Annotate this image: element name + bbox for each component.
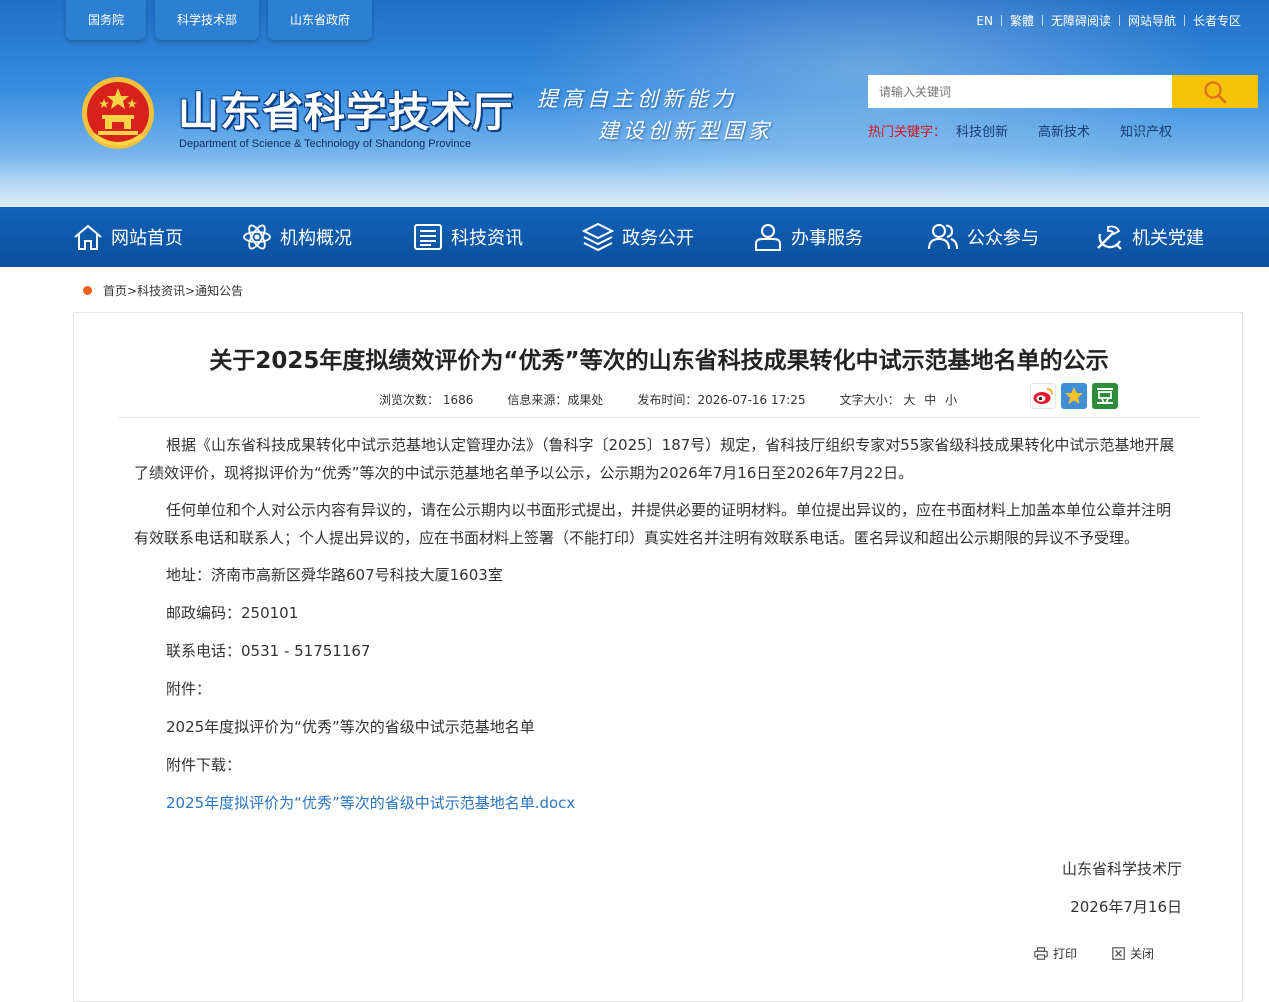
article-tools: 打印 关闭 xyxy=(1034,945,1189,962)
close-icon xyxy=(1112,947,1125,960)
breadcrumb-separator: > xyxy=(185,283,196,298)
nav-label: 机关党建 xyxy=(1132,228,1204,249)
layers-icon xyxy=(582,222,614,252)
meta-views-value: 1686 xyxy=(442,393,474,407)
site-header: 国务院 科学技术部 山东省政府 EN 繁體 无障碍阅读 网站导航 长者专区 山东… xyxy=(0,0,1269,207)
address-line: 地址：济南市高新区舜华路607号科技大厦1603室 xyxy=(166,566,503,584)
site-subtitle: Department of Science & Technology of Sh… xyxy=(179,138,472,150)
attachment-name: 2025年度拟评价为“优秀”等次的省级中试示范基地名单 xyxy=(166,718,535,736)
party-emblem-icon xyxy=(1097,225,1122,250)
article-body: 根据《山东省科技成果转化中试示范基地认定管理办法》（鲁科字〔2025〕187号）… xyxy=(134,431,1184,827)
search-icon xyxy=(1204,80,1227,103)
close-label: 关闭 xyxy=(1130,947,1155,961)
tab-shandong-gov[interactable]: 山东省政府 xyxy=(268,0,372,40)
article-title: 关于2025年度拟绩效评价为“优秀”等次的山东省科技成果转化中试示范基地名单的公… xyxy=(209,348,1109,374)
tab-state-council[interactable]: 国务院 xyxy=(66,0,146,40)
qzone-share-button[interactable] xyxy=(1061,383,1087,409)
nav-party[interactable]: 机关党建 xyxy=(1094,207,1204,267)
nav-label: 机构概况 xyxy=(280,228,352,249)
article-container: 关于2025年度拟绩效评价为“优秀”等次的山东省科技成果转化中试示范基地名单的公… xyxy=(73,312,1243,1002)
link-elderly[interactable]: 长者专区 xyxy=(1185,12,1249,29)
weibo-share-button[interactable] xyxy=(1030,383,1056,409)
nav-participation[interactable]: 公众参与 xyxy=(927,207,1039,267)
search-box xyxy=(868,75,1258,108)
slogan-line1: 提高自主创新能力 xyxy=(537,87,737,111)
user-icon xyxy=(755,224,781,251)
link-english[interactable]: EN xyxy=(968,14,1001,28)
home-icon xyxy=(74,224,102,250)
users-icon xyxy=(928,224,958,250)
search-input[interactable] xyxy=(868,75,1172,108)
share-buttons xyxy=(1030,383,1118,409)
paragraph: 任何单位和个人对公示内容有异议的，请在公示期内以书面形式提出，并提供必要的证明材… xyxy=(134,501,1172,547)
article-meta: 浏览次数： 1686 信息来源：成果处 发布时间：2026-07-16 17:2… xyxy=(379,391,962,408)
fontsize-medium[interactable]: 中 xyxy=(924,393,936,407)
douban-share-button[interactable] xyxy=(1092,383,1118,409)
nav-home[interactable]: 网站首页 xyxy=(73,207,183,267)
nav-label: 公众参与 xyxy=(967,228,1039,249)
nav-gov-affairs[interactable]: 政务公开 xyxy=(582,207,694,267)
signature-org: 山东省科学技术厅 xyxy=(1061,860,1182,878)
fontsize-small[interactable]: 小 xyxy=(945,393,957,407)
meta-date: 发布时间：2026-07-16 17:25 xyxy=(637,391,805,408)
download-label: 附件下载： xyxy=(166,756,242,774)
breadcrumb-news[interactable]: 科技资讯 xyxy=(137,282,185,299)
meta-source-value: 成果处 xyxy=(567,393,604,407)
meta-views: 浏览次数： 1686 xyxy=(379,391,473,408)
attachment-label: 附件： xyxy=(166,680,212,698)
breadcrumb: 首页 > 科技资讯 > 通知公告 xyxy=(83,282,243,299)
hot-keyword[interactable]: 高新技术 xyxy=(1038,121,1090,140)
weibo-icon xyxy=(1033,388,1053,404)
search-button[interactable] xyxy=(1172,75,1258,108)
meta-source: 信息来源：成果处 xyxy=(507,391,603,408)
attachment-download-link[interactable]: 2025年度拟评价为“优秀”等次的省级中试示范基地名单.docx xyxy=(166,794,575,812)
breadcrumb-dot-icon xyxy=(83,286,92,295)
meta-date-value: 2026-07-16 17:25 xyxy=(697,393,806,407)
nav-label: 科技资讯 xyxy=(451,228,523,249)
top-tabs: 国务院 科学技术部 山东省政府 xyxy=(66,0,372,40)
paragraph: 根据《山东省科技成果转化中试示范基地认定管理办法》（鲁科字〔2025〕187号）… xyxy=(134,436,1175,482)
meta-fontsize: 文字大小： 大 中 小 xyxy=(840,391,963,408)
nav-label: 办事服务 xyxy=(791,228,863,249)
meta-source-label: 信息来源： xyxy=(507,393,568,407)
breadcrumb-home[interactable]: 首页 xyxy=(103,282,127,299)
nav-about[interactable]: 机构概况 xyxy=(242,207,352,267)
national-emblem-icon xyxy=(82,77,154,149)
slogan-line2: 建设创新型国家 xyxy=(598,119,773,143)
nav-news[interactable]: 科技资讯 xyxy=(413,207,523,267)
star-icon xyxy=(1065,387,1083,404)
news-list-icon xyxy=(414,224,442,250)
breadcrumb-notices[interactable]: 通知公告 xyxy=(195,282,243,299)
atom-icon xyxy=(243,224,271,250)
hot-keyword[interactable]: 知识产权 xyxy=(1120,121,1172,140)
douban-icon xyxy=(1097,388,1113,404)
hot-keyword[interactable]: 科技创新 xyxy=(956,121,1008,140)
signature-date: 2026年7月16日 xyxy=(1070,898,1182,916)
link-sitemap[interactable]: 网站导航 xyxy=(1120,12,1184,29)
nav-label: 政务公开 xyxy=(622,228,694,249)
phone-line: 联系电话：0531 - 51751167 xyxy=(166,642,371,660)
link-traditional[interactable]: 繁體 xyxy=(1002,12,1042,29)
link-accessibility[interactable]: 无障碍阅读 xyxy=(1043,12,1119,29)
printer-icon xyxy=(1034,947,1048,960)
hot-keywords-label: 热门关键字： xyxy=(868,125,947,140)
tab-most[interactable]: 科学技术部 xyxy=(155,0,259,40)
divider xyxy=(119,417,1199,418)
nav-services[interactable]: 办事服务 xyxy=(753,207,863,267)
hot-keywords: 热门关键字： 科技创新 高新技术 知识产权 xyxy=(868,121,1202,140)
main-nav: 网站首页 机构概况 科技资讯 政务公开 办事服务 公众参与 机关党建 xyxy=(0,207,1269,267)
print-label: 打印 xyxy=(1053,947,1078,961)
postcode-line: 邮政编码：250101 xyxy=(166,604,299,622)
meta-fontsize-label: 文字大小： xyxy=(839,393,900,407)
close-button[interactable]: 关闭 xyxy=(1112,945,1154,962)
site-title[interactable]: 山东省科学技术厅 xyxy=(178,78,514,138)
nav-label: 网站首页 xyxy=(111,228,183,249)
fontsize-large[interactable]: 大 xyxy=(903,393,915,407)
breadcrumb-separator: > xyxy=(127,283,138,298)
top-links: EN 繁體 无障碍阅读 网站导航 长者专区 xyxy=(968,12,1249,29)
print-button[interactable]: 打印 xyxy=(1034,945,1077,962)
header-wave xyxy=(0,150,1269,207)
meta-date-label: 发布时间： xyxy=(637,393,698,407)
meta-views-label: 浏览次数： xyxy=(379,393,440,407)
